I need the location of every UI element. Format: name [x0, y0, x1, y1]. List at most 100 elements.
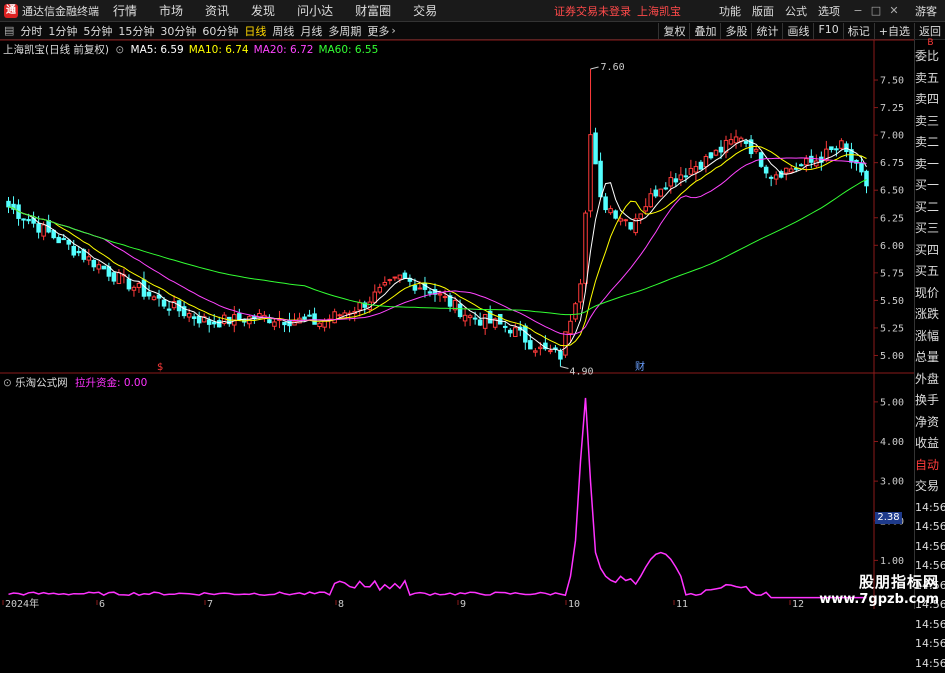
candle-body: [388, 280, 392, 281]
indicator-tick-label-1: 4.00: [880, 437, 904, 448]
indicator-cursor-value: 2.38: [875, 512, 902, 524]
quote-field-7: 买二: [915, 197, 945, 219]
candle-body: [212, 322, 216, 324]
candle-body: [830, 147, 834, 150]
price-tick-label-6: 6.00: [880, 241, 904, 252]
quote-field-11: 现价: [915, 283, 945, 305]
candle-body: [774, 175, 778, 179]
quote-field-18: 收益: [915, 433, 945, 455]
candle-body: [217, 321, 221, 327]
candle-body: [684, 176, 688, 177]
high-pointer: [591, 67, 599, 69]
candle-body: [674, 179, 678, 182]
low-price-label: 4.90: [569, 366, 593, 377]
price-tick-label-1: 7.25: [880, 103, 904, 114]
candle-body: [644, 207, 648, 211]
trade-time-7: 14:56: [915, 634, 945, 654]
x-tick-label-5: 10: [568, 599, 580, 609]
candle-body: [609, 209, 613, 213]
candle-body: [704, 157, 708, 167]
trade-time-1: 14:56: [915, 517, 945, 537]
candle-body: [413, 286, 417, 291]
candle-body: [22, 219, 26, 220]
candle-body: [187, 314, 191, 318]
candle-body: [313, 314, 317, 324]
x-tick-label-1: 6: [99, 599, 105, 609]
candle-body: [514, 328, 518, 337]
candle-body: [483, 315, 487, 329]
candle-body: [308, 315, 312, 316]
quote-field-16: 换手: [915, 390, 945, 412]
candle-body: [428, 292, 432, 293]
candle-body: [659, 189, 663, 196]
candle-body: [699, 162, 703, 169]
candle-body: [649, 194, 653, 207]
watermark-title: 股朋指标网: [819, 571, 939, 592]
candle-body: [197, 316, 201, 323]
candle-body: [207, 320, 211, 324]
candle-body: [764, 167, 768, 173]
candle-body: [473, 318, 477, 319]
candle-body: [283, 322, 287, 324]
candle-body: [835, 149, 839, 150]
x-tick-label-4: 9: [460, 599, 466, 609]
kline-chart[interactable]: 7.507.257.006.756.506.256.005.755.505.25…: [0, 0, 945, 609]
price-tick-label-8: 5.50: [880, 296, 904, 307]
trade-time-8: 14:56: [915, 654, 945, 673]
x-tick-label-3: 8: [338, 599, 344, 609]
x-tick-label-2: 7: [207, 599, 213, 609]
candle-body: [810, 156, 814, 162]
candle-body: [599, 161, 603, 196]
candle-body: [784, 168, 788, 173]
price-tick-label-4: 6.50: [880, 186, 904, 197]
price-tick-label-2: 7.00: [880, 131, 904, 142]
candle-body: [860, 163, 864, 172]
candle-body: [604, 197, 608, 210]
quote-field-17: 净资: [915, 412, 945, 434]
auto-refresh-toggle[interactable]: 自动: [915, 455, 945, 477]
candle-body: [117, 273, 121, 284]
candle-body: [694, 167, 698, 172]
candle-body: [338, 315, 342, 316]
candle-body: [709, 153, 713, 158]
candle-body: [614, 211, 618, 218]
candle-body: [744, 142, 748, 144]
ma-line-10: [9, 146, 867, 346]
candle-body: [403, 273, 407, 278]
candle-body: [789, 169, 793, 172]
candle-body: [92, 260, 96, 266]
candle-body: [443, 297, 447, 298]
candle-body: [137, 283, 141, 287]
high-price-label: 7.60: [601, 62, 625, 73]
candle-body: [87, 257, 91, 260]
candle-body: [318, 323, 322, 326]
quote-field-12: 涨跌: [915, 304, 945, 326]
indicator-line: [9, 398, 867, 598]
ma-line-5: [9, 140, 867, 351]
candle-body: [498, 314, 502, 324]
candle-body: [97, 265, 101, 269]
quote-field-1: 卖五: [915, 68, 945, 90]
quote-field-9: 买四: [915, 240, 945, 262]
price-tick-label-10: 5.00: [880, 351, 904, 362]
x-tick-label-7: 12: [792, 599, 804, 609]
candle-body: [438, 294, 442, 295]
candle-body: [564, 332, 568, 355]
candle-body: [589, 135, 593, 211]
trade-time-6: 14:56: [915, 615, 945, 635]
candle-body: [639, 214, 643, 219]
candle-body: [629, 223, 633, 229]
candle-body: [734, 137, 738, 143]
quote-field-6: 买一: [915, 175, 945, 197]
quote-field-8: 买三: [915, 218, 945, 240]
quote-side-panel: B 委比卖五卖四卖三卖二卖一买一买二买三买四买五现价涨跌涨幅总量外盘换手净资收益…: [914, 40, 945, 609]
watermark-url: www.7gpzb.com: [819, 592, 939, 607]
candle-body: [142, 280, 146, 296]
indicator-tick-label-2: 3.00: [880, 477, 904, 488]
candle-body: [42, 225, 46, 236]
candle-body: [358, 303, 362, 310]
price-tick-label-9: 5.25: [880, 323, 904, 334]
candle-body: [549, 351, 553, 352]
quote-field-3: 卖三: [915, 111, 945, 133]
candle-body: [669, 178, 673, 186]
